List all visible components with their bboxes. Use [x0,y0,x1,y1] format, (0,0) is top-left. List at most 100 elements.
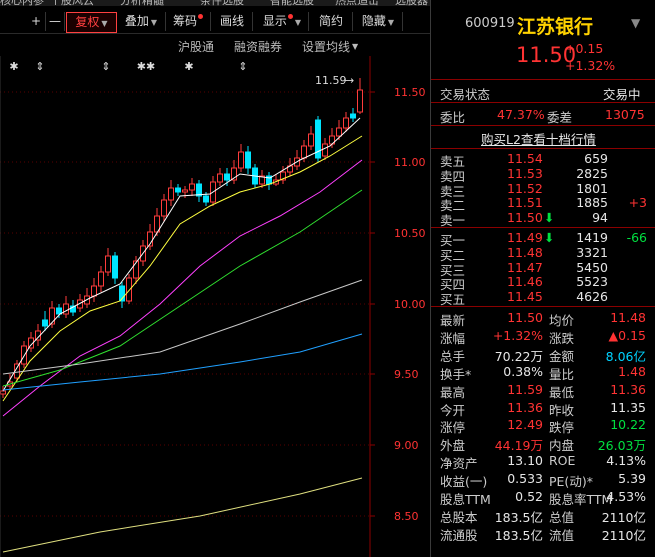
notification-dot-icon [287,14,293,19]
chevron-down-icon: ▼ [150,18,158,27]
toolbar-jianyue-button[interactable]: 简约 [310,12,353,31]
stat-label: 均价 [549,313,575,328]
toolbar-plus-button[interactable]: + [27,12,46,31]
stat-value: 11.50 [507,310,543,325]
candle-body [245,151,251,169]
chevron-down-icon[interactable]: ▼ [352,42,358,51]
book-volume: 5450 [576,259,608,275]
event-marker-icon: ⇕ [35,60,44,73]
top-menu-item[interactable]: 条件选股 [200,0,244,6]
stat-value: 2110亿 [601,509,646,525]
candle-body [0,390,6,395]
top-menu-item[interactable]: 热点追击 [335,0,379,6]
candle-body [357,89,363,113]
stat-label: 涨跌 [549,330,575,346]
stat-label: 换手* [440,366,472,382]
stock-code: 600919 [465,16,515,31]
chevron-down-icon: ▼ [387,18,395,27]
candle-body [105,255,111,273]
toolbar-label: 筹码 [172,14,197,28]
candle-body [203,195,209,203]
candle-body [42,319,48,327]
trade-status-label: 交易状态 [440,87,491,102]
candle-body [126,277,132,302]
stat-label: 金额 [549,348,575,364]
toolbar-row2-item[interactable]: 融资融券 [234,38,282,55]
stat-label: 流值 [549,527,575,543]
candle-body [98,271,104,287]
stat-value: 0.52 [515,489,543,504]
separator [431,102,655,103]
stat-label: 今开 [440,402,466,418]
stat-label: ROE [549,453,576,469]
stat-label: 最新 [440,313,466,328]
book-price: 11.47 [507,259,543,275]
stat-value: 2110亿 [601,527,646,543]
kline-chart[interactable]: 11.5011.0010.5010.009.509.008.50✱ ⇕ ⇕ ✱✱ ✱ ⇕1… [0,56,430,557]
stat-value: 11.48 [610,310,646,325]
top-menu-item[interactable]: 智能选股 [270,0,314,6]
y-tick-label: 9.00 [394,439,419,452]
toolbar-row2-item[interactable]: 沪股通 [178,38,214,55]
book-volume: 659 [584,151,608,166]
stat-label: 外盘 [440,438,466,454]
stat-label: 流通股 [440,527,478,543]
candle-body [224,173,230,181]
stat-value: 12.49 [507,417,543,433]
toolbar-huaxian-button[interactable]: 画线 [212,12,253,31]
y-tick-label: 8.50 [394,510,419,523]
book-price: 11.52 [507,180,543,196]
candle-body [350,113,356,119]
separator [431,125,655,126]
candle-body [343,117,349,129]
stat-label: 收益(一) [440,474,488,490]
book-price: 11.46 [507,274,543,290]
right-arrow-icon: → [345,74,354,87]
candle-body [63,303,69,315]
candle-body [161,199,167,217]
toolbar-xianshi-button[interactable]: 显示 ▼ [256,12,309,31]
book-price: 11.53 [507,165,543,181]
toolbar-label: + [30,14,42,28]
toolbar-row2-item[interactable]: 设置均线 [302,38,350,55]
book-price: 11.54 [507,151,543,166]
top-menu-item[interactable]: 核心内参 [0,0,44,6]
stat-value: ▲0.15 [608,327,646,343]
top-menu-item[interactable]: 个股风云 [50,0,94,6]
candle-body [112,255,118,279]
chart-toolbar: + — 复权 ▼ 叠加 ▼ 筹码 画线 显示 ▼ 简约 隐藏 ▼ [0,11,430,34]
high-price-marker: 11.59 [315,74,347,87]
l2-upsell-link[interactable]: 购买L2查看十档行情 [481,129,596,148]
stat-label: 涨幅 [440,330,466,346]
stat-label: 总手 [440,348,466,364]
stat-value: 11.36 [507,399,543,415]
moving-average-line-ma30 [2,189,363,387]
toolbar-label: 隐藏 [361,14,386,28]
toolbar-chouma-button[interactable]: 筹码 [166,12,211,31]
event-marker-icon: ⇕ [238,60,247,73]
menu-caret-icon[interactable]: ▼ [631,16,640,30]
stat-value: 11.59 [507,381,543,397]
toolbar-minus-button[interactable]: — [46,12,65,31]
toolbar-diejia-button[interactable]: 叠加 ▼ [117,12,166,31]
book-volume: 1801 [576,180,608,196]
toolbar-fuquan-button[interactable]: 复权 ▼ [66,12,117,33]
book-volume: 1885 [576,195,608,211]
book-volume: 3321 [576,244,608,260]
top-menu-item[interactable]: 选股器 [395,0,428,6]
y-tick-label: 10.00 [394,298,426,311]
top-menu-item[interactable]: 分析精髓 [120,0,164,6]
candle-body [217,173,223,183]
quote-panel: 600919 江苏银行 ▼ 11.50 +0.15 +1.32% 交易状态 交易… [431,0,655,557]
toolbar-yincang-button[interactable]: 隐藏 ▼ [354,12,403,31]
candle-body [308,133,314,147]
separator [431,148,655,149]
book-price: 11.48 [507,244,543,260]
stat-value: 0.38% [503,363,543,379]
weicha-label: 委差 [547,110,573,125]
book-volume: 5523 [576,274,608,290]
book-price: 11.49 [507,230,543,245]
stat-value: 5.39 [618,471,646,487]
stat-value: 11.35 [610,399,646,415]
notification-dot-icon [198,14,203,19]
